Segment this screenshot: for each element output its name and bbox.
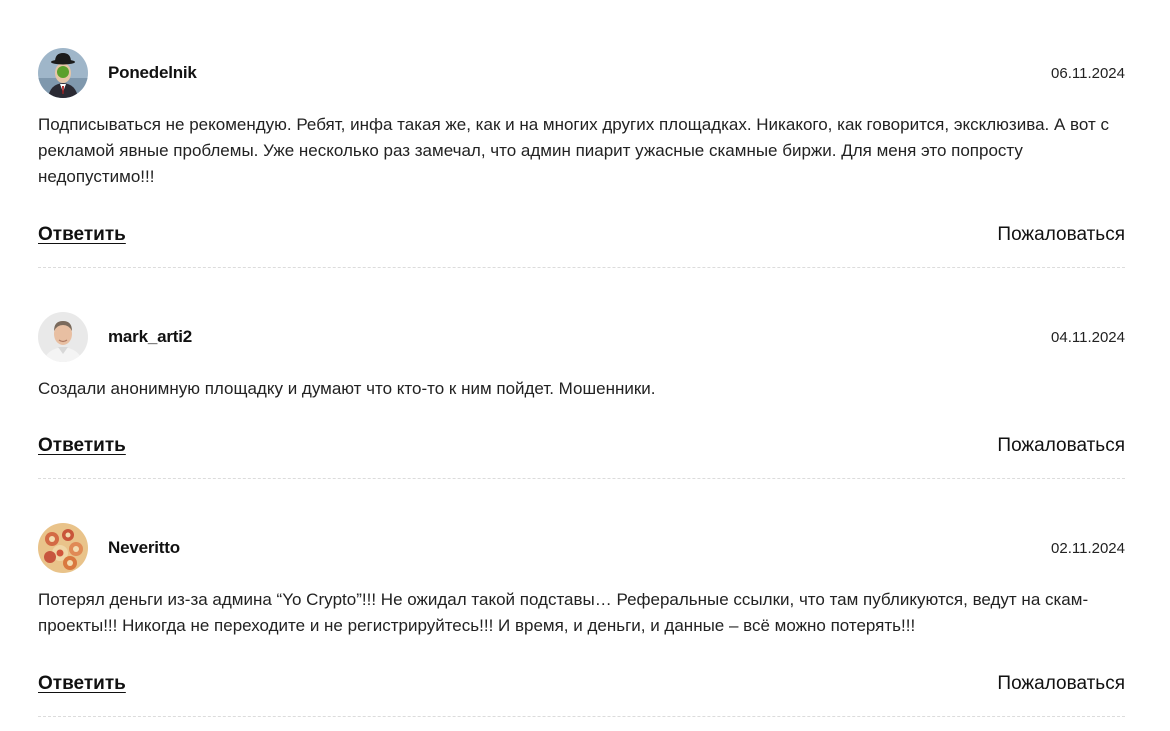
avatar [38, 48, 88, 98]
comment-text: Подписываться не рекомендую. Ребят, инфа… [38, 115, 1109, 186]
comment-date: 02.11.2024 [1051, 540, 1125, 557]
comment-header: Neveritto 02.11.2024 [38, 523, 1125, 575]
complain-link[interactable]: Пожаловаться [997, 673, 1125, 695]
painted-figures-icon [38, 523, 88, 573]
reply-link[interactable]: Ответить [38, 435, 126, 457]
complain-link[interactable]: Пожаловаться [997, 435, 1125, 457]
reply-link[interactable]: Ответить [38, 673, 126, 695]
avatar [38, 312, 88, 362]
comment-header: mark_arti2 04.11.2024 [38, 312, 1125, 364]
comment-text: Создали анонимную площадку и думают что … [38, 379, 656, 398]
comment-author: Neveritto [108, 538, 180, 557]
comment-item: Neveritto 02.11.2024 Потерял деньги из-з… [38, 523, 1125, 717]
comment-author: Ponedelnik [108, 63, 197, 82]
comment-date: 06.11.2024 [1051, 65, 1125, 82]
comment-author: mark_arti2 [108, 327, 193, 346]
bowler-hat-apple-face-icon [38, 48, 88, 98]
comment-item: mark_arti2 04.11.2024 Создали анонимную … [38, 312, 1125, 479]
comment-item: Ponedelnik 06.11.2024 Подписываться не р… [38, 48, 1125, 268]
man-portrait-icon [38, 312, 88, 362]
avatar [38, 523, 88, 573]
comments-list: Ponedelnik 06.11.2024 Подписываться не р… [0, 0, 1170, 731]
comment-header: Ponedelnik 06.11.2024 [38, 48, 1125, 100]
comment-date: 04.11.2024 [1051, 329, 1125, 346]
comment-text: Потерял деньги из-за админа “Yo Crypto”!… [38, 590, 1089, 635]
reply-link[interactable]: Ответить [38, 224, 126, 246]
complain-link[interactable]: Пожаловаться [997, 224, 1125, 246]
